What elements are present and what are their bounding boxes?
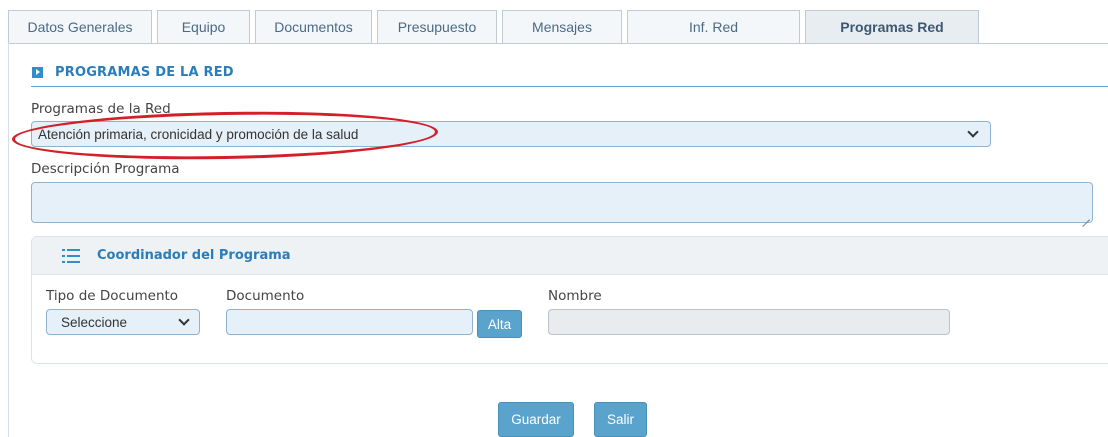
coordinador-title: Coordinador del Programa [97,248,291,263]
descripcion-label: Descripción Programa [31,161,180,177]
descripcion-textarea[interactable] [31,182,1093,223]
section-title: PROGRAMAS DE LA RED [55,65,234,80]
programas-selected-value: Atención primaria, cronicidad y promoció… [38,126,359,142]
play-square-icon [32,67,43,78]
coordinador-panel-header: Coordinador del Programa [32,237,1108,275]
content-border [8,43,9,437]
tab-datos-generales[interactable]: Datos Generales [8,10,152,43]
guardar-button[interactable]: Guardar [498,402,574,437]
programas-select[interactable]: Atención primaria, cronicidad y promoció… [31,121,991,147]
section-divider [31,86,1108,87]
section-header: PROGRAMAS DE LA RED [32,65,234,80]
salir-button[interactable]: Salir [594,402,647,437]
tab-inf-red[interactable]: Inf. Red [627,10,800,43]
programas-label: Programas de la Red [31,101,171,117]
tab-mensajes[interactable]: Mensajes [502,10,622,43]
chevron-down-icon [178,314,190,326]
chevron-down-icon [967,126,979,138]
documento-label: Documento [226,288,305,304]
nombre-label: Nombre [548,288,602,304]
list-icon [62,248,80,263]
nombre-input[interactable] [548,309,950,335]
tab-programas-red[interactable]: Programas Red [805,10,979,43]
tab-documentos[interactable]: Documentos [255,10,372,43]
tab-presupuesto[interactable]: Presupuesto [377,10,497,43]
resize-handle-icon[interactable] [1082,212,1090,220]
tipo-documento-value: Seleccione [61,314,128,330]
tab-bar: Datos Generales Equipo Documentos Presup… [8,10,1108,43]
documento-input[interactable] [226,309,473,335]
alta-button[interactable]: Alta [477,310,522,338]
tab-equipo[interactable]: Equipo [157,10,250,43]
tipo-documento-select[interactable]: Seleccione [46,309,200,335]
tipo-documento-label: Tipo de Documento [46,288,179,304]
tabs-divider [8,43,1108,44]
